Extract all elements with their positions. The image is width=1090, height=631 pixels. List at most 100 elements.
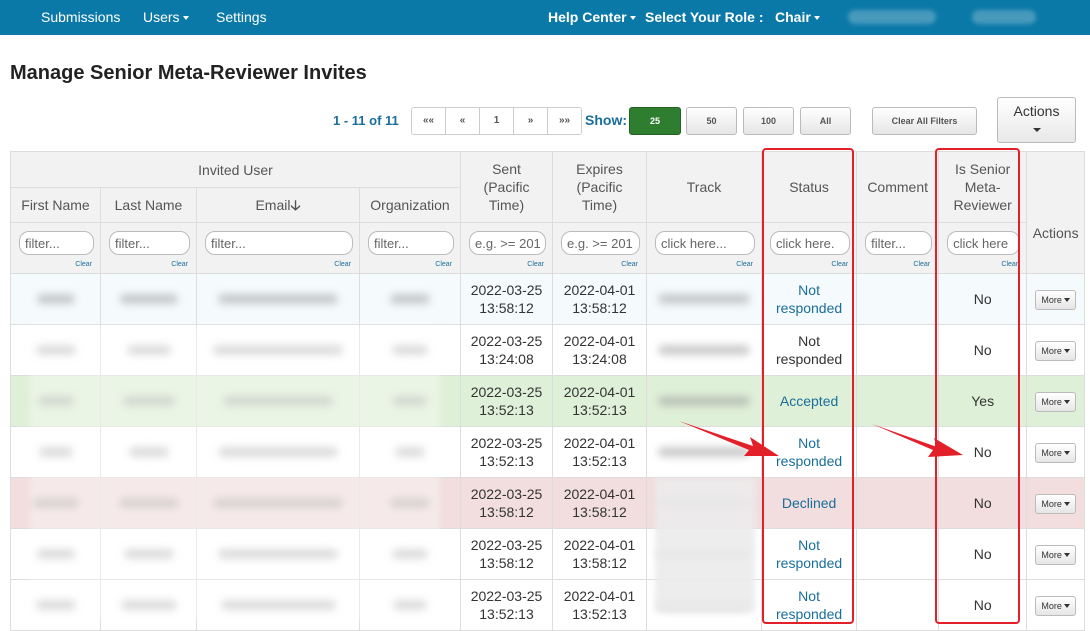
chevron-down-icon	[1063, 400, 1070, 405]
more-button[interactable]: More	[1035, 289, 1077, 310]
track-filter[interactable]: click here...	[655, 231, 755, 255]
expires-date: 2022-04-01	[563, 384, 636, 400]
status-value[interactable]: Not responded	[776, 537, 842, 571]
sent-cell: 2022-03-25 13:24:08	[460, 324, 553, 376]
more-button[interactable]: More	[1035, 595, 1077, 616]
track-filter-clear[interactable]: Clear	[736, 261, 753, 268]
show-label: Show:	[585, 112, 627, 128]
organization-filter[interactable]: filter...	[368, 231, 454, 255]
email-cell[interactable]	[196, 273, 360, 325]
expires-date: 2022-04-01	[563, 588, 636, 604]
nav-role-dropdown[interactable]: Chair	[775, 9, 820, 25]
comment-filter[interactable]: filter...	[865, 231, 933, 255]
nav-role-label: Chair	[775, 9, 811, 25]
page-1-button[interactable]: 1	[480, 108, 514, 134]
email-cell[interactable]	[196, 324, 360, 376]
email-cell[interactable]	[196, 426, 360, 478]
is-senior-cell: No	[938, 528, 1028, 580]
nav-submissions[interactable]: Submissions	[41, 9, 120, 25]
status-header[interactable]: Status	[760, 151, 858, 223]
sent-filter[interactable]: e.g. >= 201	[469, 231, 546, 255]
nav-users[interactable]: Users	[143, 9, 189, 25]
user-menu[interactable]	[848, 10, 936, 24]
first-page-button[interactable]: ««	[412, 108, 446, 134]
status-value[interactable]: Not responded	[776, 282, 842, 316]
last-page-button[interactable]: »»	[548, 108, 581, 134]
last-name-filter-clear[interactable]: Clear	[171, 261, 188, 268]
status-filter[interactable]: click here.	[770, 231, 851, 255]
table-row: 2022-03-25 13:58:12 2022-04-01 13:58:12 Decl…	[10, 477, 1086, 529]
is-senior-value: No	[973, 291, 992, 307]
comment-header[interactable]: Comment	[856, 151, 940, 223]
more-button[interactable]: More	[1035, 442, 1077, 463]
expires-cell: 2022-04-01 13:52:13	[552, 375, 647, 427]
first-name-filter-clear[interactable]: Clear	[75, 261, 92, 268]
chevron-down-icon	[813, 16, 820, 21]
email-filter-clear[interactable]: Clear	[334, 261, 351, 268]
status-value[interactable]: Not responded	[776, 435, 842, 469]
nav-settings[interactable]: Settings	[216, 9, 267, 25]
last-name-filter[interactable]: filter...	[109, 231, 190, 255]
status-cell: Declined	[760, 477, 858, 529]
comment-filter-clear[interactable]: Clear	[913, 261, 930, 268]
expires-date: 2022-04-01	[563, 333, 636, 349]
expires-header[interactable]: Expires (Pacific Time)	[552, 151, 647, 223]
more-button[interactable]: More	[1035, 340, 1077, 361]
top-navbar: Submissions Users Settings Help Center S…	[0, 0, 1090, 35]
email-cell[interactable]	[196, 579, 360, 631]
sent-header[interactable]: Sent (Pacific Time)	[460, 151, 553, 223]
is-senior-filter-clear[interactable]: Clear	[1001, 261, 1018, 268]
sent-time: 13:58:12	[479, 555, 534, 571]
expires-cell: 2022-04-01 13:52:13	[552, 426, 647, 478]
nav-help-center[interactable]: Help Center	[548, 9, 636, 25]
first-name-header[interactable]: First Name	[10, 187, 101, 223]
expires-time: 13:58:12	[572, 555, 627, 571]
expires-filter[interactable]: e.g. >= 201	[561, 231, 640, 255]
comment-cell	[856, 579, 940, 631]
show-50-button[interactable]: 50	[686, 107, 737, 135]
sent-date: 2022-03-25	[470, 282, 543, 298]
status-value[interactable]: Declined	[782, 495, 836, 511]
is-senior-filter[interactable]: click here	[947, 231, 1021, 255]
track-cell	[646, 426, 762, 478]
select-role-label: Select Your Role :	[645, 9, 764, 25]
table-row: 2022-03-25 13:24:08 2022-04-01 13:24:08 Not …	[10, 324, 1086, 376]
expires-cell: 2022-04-01 13:58:12	[552, 528, 647, 580]
organization-header[interactable]: Organization	[359, 187, 461, 223]
more-button[interactable]: More	[1035, 493, 1077, 514]
last-name-header[interactable]: Last Name	[100, 187, 197, 223]
email-cell[interactable]	[196, 375, 360, 427]
actions-dropdown-button[interactable]: Actions	[997, 97, 1076, 143]
user-extra-menu[interactable]	[972, 10, 1036, 24]
expires-date: 2022-04-01	[563, 435, 636, 451]
pagination: «« « 1 » »»	[411, 107, 582, 135]
chevron-down-icon	[1063, 298, 1070, 303]
is-senior-cell: No	[938, 477, 1028, 529]
track-cell	[646, 579, 762, 631]
sent-date: 2022-03-25	[470, 537, 543, 553]
show-all-button[interactable]: All	[800, 107, 851, 135]
organization-filter-clear[interactable]: Clear	[435, 261, 452, 268]
email-cell[interactable]	[196, 528, 360, 580]
more-button[interactable]: More	[1035, 544, 1077, 565]
status-value[interactable]: Accepted	[780, 393, 838, 409]
more-button[interactable]: More	[1035, 391, 1077, 412]
track-header[interactable]: Track	[646, 151, 762, 223]
sent-cell: 2022-03-25 13:58:12	[460, 477, 553, 529]
is-senior-header[interactable]: Is Senior Meta-Reviewer	[938, 151, 1028, 223]
email-header[interactable]: Email🡣	[196, 187, 360, 223]
more-label: More	[1041, 600, 1062, 611]
sent-filter-clear[interactable]: Clear	[527, 261, 544, 268]
clear-all-filters-button[interactable]: Clear All Filters	[872, 107, 977, 135]
expires-filter-clear[interactable]: Clear	[621, 261, 638, 268]
show-25-button[interactable]: 25	[629, 107, 681, 135]
first-name-filter[interactable]: filter...	[19, 231, 94, 255]
status-value[interactable]: Not responded	[776, 588, 842, 622]
prev-page-button[interactable]: «	[446, 108, 480, 134]
table-row: 2022-03-25 13:58:12 2022-04-01 13:58:12 Not …	[10, 273, 1086, 325]
show-100-button[interactable]: 100	[743, 107, 794, 135]
email-cell[interactable]	[196, 477, 360, 529]
next-page-button[interactable]: »	[514, 108, 548, 134]
status-filter-clear[interactable]: Clear	[831, 261, 848, 268]
email-filter[interactable]: filter...	[205, 231, 353, 255]
